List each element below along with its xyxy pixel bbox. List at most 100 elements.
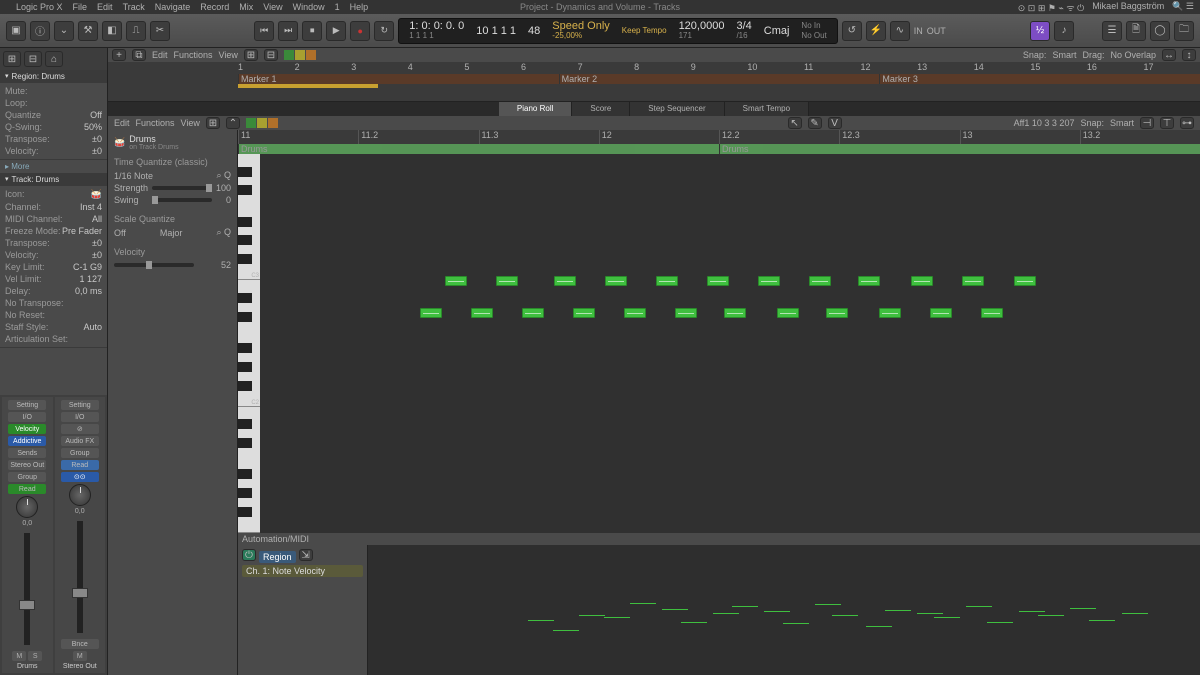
th-zoom-v[interactable]: ↕	[1182, 49, 1196, 61]
strip-io[interactable]: I/O	[8, 412, 46, 422]
keylim-value[interactable]: C-1 G9	[73, 262, 102, 272]
midi-note[interactable]	[522, 308, 544, 318]
velocity-step[interactable]	[1122, 613, 1148, 614]
th-edit[interactable]: Edit	[152, 50, 168, 60]
region-bar[interactable]: DrumsDrums	[238, 144, 1200, 154]
menu-file[interactable]: File	[73, 2, 88, 12]
pr-color-orange[interactable]	[268, 118, 278, 128]
editors-button[interactable]: ✂	[150, 21, 170, 41]
quick-help-button[interactable]: ⌄	[54, 21, 74, 41]
cycle-range[interactable]	[238, 84, 378, 88]
th-zoom-h[interactable]: ↔	[1162, 49, 1176, 61]
velocity-step[interactable]	[917, 613, 943, 614]
pr-functions[interactable]: Functions	[136, 118, 175, 128]
pr-tool-2[interactable]: ⌃	[226, 117, 240, 129]
midi-note[interactable]	[496, 276, 518, 286]
menu-help[interactable]: Help	[350, 2, 369, 12]
pr-tool-1[interactable]: ⊞	[206, 117, 220, 129]
velocity-tool-icon[interactable]: V	[828, 117, 842, 129]
midi-note[interactable]	[911, 276, 933, 286]
channel-value[interactable]: Inst 4	[80, 202, 102, 212]
search-icon[interactable]: 🔍 ☰	[1172, 1, 1194, 14]
midi-note[interactable]	[858, 276, 880, 286]
drag-value[interactable]: No Overlap	[1110, 50, 1156, 60]
midi-note[interactable]	[981, 308, 1003, 318]
velocity-step[interactable]	[1070, 608, 1096, 609]
varispeed-button[interactable]: ½	[1030, 21, 1050, 41]
transpose-value[interactable]: ±0	[92, 134, 102, 144]
tq-q-icon[interactable]: ⌕ Q	[216, 170, 231, 181]
velocity-step[interactable]	[934, 617, 960, 618]
velocity-step[interactable]	[866, 626, 892, 627]
notes-button[interactable]: 🗎	[1126, 21, 1146, 41]
strip-setting[interactable]: Setting	[8, 400, 46, 410]
marker[interactable]: Marker 3	[879, 74, 1200, 84]
menu-track[interactable]: Track	[123, 2, 145, 12]
velocity-step[interactable]	[815, 604, 841, 605]
velocity-step[interactable]	[885, 610, 911, 611]
automation-mode[interactable]: Region	[259, 551, 296, 563]
mute-button[interactable]: M	[73, 651, 87, 661]
more-button[interactable]: ▸ More	[0, 160, 107, 173]
strength-slider[interactable]	[152, 186, 212, 190]
velocity-step[interactable]	[732, 606, 758, 607]
pr-snap-value[interactable]: Smart	[1110, 118, 1134, 128]
midi-note[interactable]	[624, 308, 646, 318]
delay-value[interactable]: 0,0 ms	[75, 286, 102, 296]
velocity-step[interactable]	[662, 609, 688, 610]
solo-button[interactable]: S	[28, 651, 42, 661]
pr-zoom-h[interactable]: ⊣	[1140, 117, 1154, 129]
freeze-value[interactable]: Pre Fader	[62, 226, 102, 236]
velocity-step[interactable]	[987, 622, 1013, 623]
menu-navigate[interactable]: Navigate	[155, 2, 191, 12]
midi-note[interactable]	[962, 276, 984, 286]
th-functions[interactable]: Functions	[174, 50, 213, 60]
velocity-slider[interactable]	[114, 263, 194, 267]
qswing-value[interactable]: 50%	[84, 122, 102, 132]
midi-note[interactable]	[1014, 276, 1036, 286]
velocity-step[interactable]	[528, 620, 554, 621]
swing-slider[interactable]	[152, 198, 212, 202]
insp-btn-1[interactable]: ⊞	[3, 51, 21, 67]
velocity-step[interactable]	[579, 615, 605, 616]
bounce-button[interactable]: Bnce	[61, 639, 99, 649]
strip-velocity-btn[interactable]: Velocity	[8, 424, 46, 434]
pencil-tool-icon[interactable]: ✎	[808, 117, 822, 129]
tracks-ruler[interactable]: 1234567891011121314151617 Marker 1Marker…	[108, 62, 1200, 101]
midi-note[interactable]	[707, 276, 729, 286]
color-orange[interactable]	[306, 50, 316, 60]
strip-group[interactable]: Group	[8, 472, 46, 482]
strip-instrument-btn[interactable]: Addictive	[8, 436, 46, 446]
sq-off[interactable]: Off	[114, 228, 126, 238]
velocity-step[interactable]	[553, 630, 579, 631]
strip-output[interactable]: Stereo Out	[8, 460, 46, 470]
th-view[interactable]: View	[219, 50, 238, 60]
auto-expand-icon[interactable]: ⇲	[299, 549, 313, 561]
play-button[interactable]: ▶	[326, 21, 346, 41]
velocity-step[interactable]	[764, 611, 790, 612]
marker[interactable]: Marker 2	[559, 74, 880, 84]
marker[interactable]: Marker 1	[238, 74, 559, 84]
insp-btn-3[interactable]: ⌂	[45, 51, 63, 67]
replace-button[interactable]: ↺	[842, 21, 862, 41]
piano-ruler[interactable]: 1111.211.31212.212.31313.2	[238, 130, 1200, 144]
vellim-value[interactable]: 1 127	[79, 274, 102, 284]
menu-mix[interactable]: Mix	[239, 2, 253, 12]
forward-button[interactable]: ⏭	[278, 21, 298, 41]
menu-record[interactable]: Record	[200, 2, 229, 12]
pr-zoom-v[interactable]: ⊤	[1160, 117, 1174, 129]
strip-compare[interactable]: ⊙⊙	[61, 472, 99, 482]
list-editors-button[interactable]: ☰	[1102, 21, 1122, 41]
velocity-step[interactable]	[966, 606, 992, 607]
pr-view[interactable]: View	[181, 118, 200, 128]
pr-link-icon[interactable]: ⊶	[1180, 117, 1194, 129]
midi-note[interactable]	[809, 276, 831, 286]
lcd-display[interactable]: 1: 0: 0: 0. 01 1 1 1 10 1 1 1 48 Speed O…	[398, 18, 838, 44]
strip-group[interactable]: Group	[61, 448, 99, 458]
pointer-tool-icon[interactable]: ↖	[788, 117, 802, 129]
duplicate-track-button[interactable]: ⧉	[132, 49, 146, 61]
color-green[interactable]	[284, 50, 294, 60]
pan-knob[interactable]	[69, 484, 91, 506]
midi-note[interactable]	[605, 276, 627, 286]
midi-note[interactable]	[675, 308, 697, 318]
